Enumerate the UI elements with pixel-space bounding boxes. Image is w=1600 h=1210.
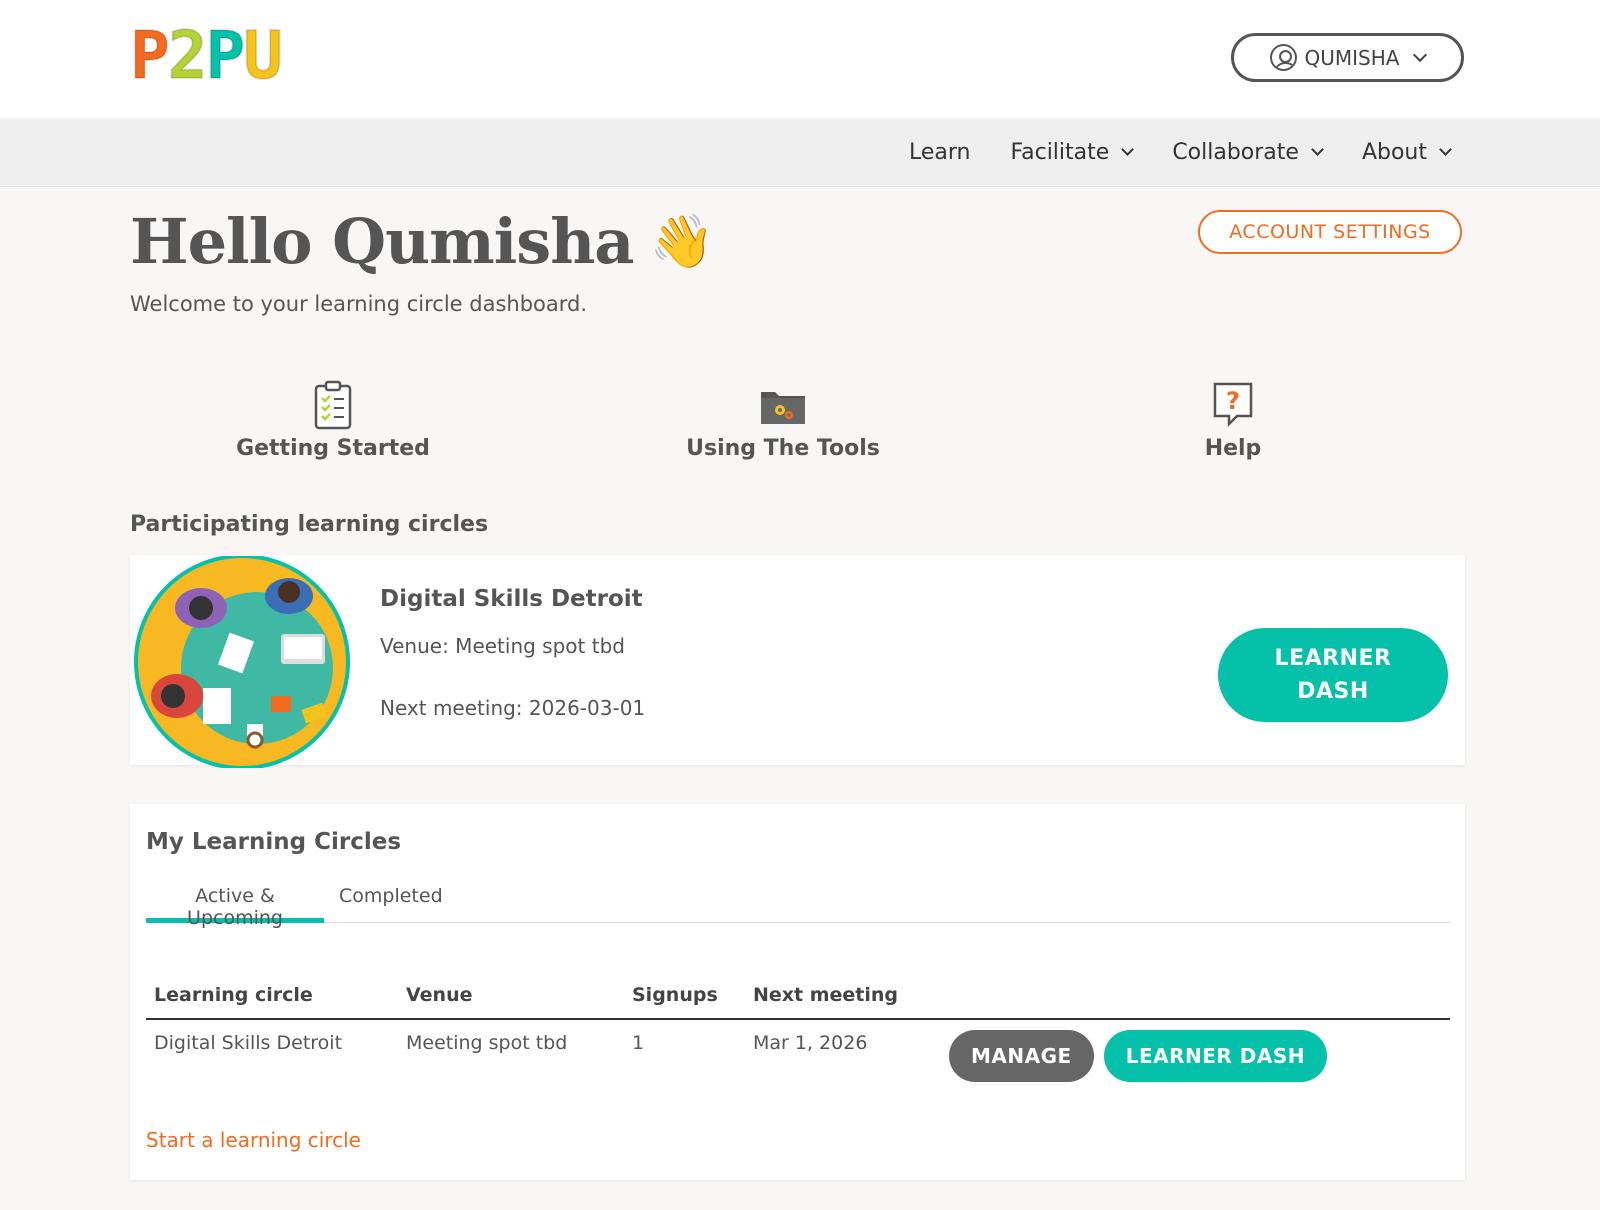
cell-name: Digital Skills Detroit — [154, 1032, 343, 1054]
tab-active-upcoming[interactable]: Active & Upcoming — [146, 885, 324, 929]
nav-label: Collaborate — [1172, 139, 1299, 165]
start-learning-circle-link[interactable]: Start a learning circle — [146, 1128, 361, 1152]
row-learner-dash-button[interactable]: LEARNER DASH — [1103, 1030, 1328, 1082]
cell-venue: Meeting spot tbd — [406, 1032, 568, 1054]
nav-label: Facilitate — [1010, 139, 1110, 165]
top-header: P2PU QUMISHA — [0, 0, 1600, 118]
quick-link-label: Using The Tools — [686, 436, 880, 461]
nav-label: About — [1361, 139, 1427, 165]
table-header-row: Learning circle Venue Signups Next meeti… — [146, 976, 1450, 1020]
cell-actions: MANAGE LEARNER DASH — [941, 1019, 1450, 1094]
learner-dash-label: LEARNER DASH — [1275, 642, 1392, 708]
table-row: Digital Skills Detroit Meeting spot tbd … — [146, 1019, 1450, 1094]
circle-tabs: Active & Upcoming Completed — [146, 877, 1450, 929]
chevron-down-icon — [1413, 47, 1428, 62]
tab-completed[interactable]: Completed — [339, 885, 443, 907]
my-learning-circles-panel: My Learning Circles Active & Upcoming Co… — [130, 804, 1465, 1180]
learner-dash-button[interactable]: LEARNER DASH — [1218, 628, 1448, 722]
nav-facilitate[interactable]: Facilitate — [1010, 139, 1135, 165]
user-name-label: QUMISHA — [1304, 45, 1400, 70]
question-bubble-icon: ? — [1213, 382, 1253, 428]
chevron-down-icon — [1121, 142, 1135, 156]
learning-circle-illustration — [134, 556, 350, 768]
quick-link-label: Help — [1204, 436, 1262, 461]
my-learning-circles-title: My Learning Circles — [146, 829, 402, 855]
label-line-1: LEARNER — [1274, 646, 1392, 671]
chevron-down-icon — [1439, 142, 1452, 156]
clipboard-checklist-icon — [314, 380, 352, 430]
waving-hand-icon: 👋 — [649, 211, 714, 272]
page-subtitle: Welcome to your learning circle dashboar… — [130, 292, 588, 316]
quick-link-getting-started[interactable]: Getting Started — [183, 380, 483, 461]
account-settings-button[interactable]: ACCOUNT SETTINGS — [1198, 210, 1462, 254]
nav-label: Learn — [908, 139, 971, 165]
circle-next-meeting: Next meeting: 2026-03-01 — [380, 696, 646, 720]
logo-letter-p: P — [129, 17, 171, 94]
column-header: Next meeting — [745, 976, 941, 1020]
quick-link-using-tools[interactable]: Using The Tools — [633, 380, 933, 461]
column-header-actions — [941, 976, 1450, 1020]
main-nav: Learn Facilitate Collaborate About — [0, 118, 1600, 187]
participating-circle-card: Digital Skills Detroit Venue: Meeting sp… — [130, 555, 1465, 768]
logo-letter-u: U — [242, 17, 284, 94]
cell-signups: 1 — [632, 1032, 645, 1054]
circle-title: Digital Skills Detroit — [380, 586, 643, 612]
user-menu-button[interactable]: QUMISHA — [1231, 33, 1464, 82]
user-avatar-icon — [1269, 44, 1297, 71]
participating-heading: Participating learning circles — [130, 512, 489, 537]
logo-letter-p2: P — [205, 17, 247, 94]
quick-links: Getting Started Using The Tools ? Help — [130, 380, 1465, 470]
greeting-text: Hello Qumisha — [130, 205, 634, 278]
dashboard-main: Hello Qumisha 👋 Welcome to your learning… — [130, 205, 1465, 1180]
circles-table: Learning circle Venue Signups Next meeti… — [146, 976, 1450, 1094]
column-header: Signups — [624, 976, 745, 1020]
nav-about[interactable]: About — [1361, 139, 1452, 165]
logo-letter-2: 2 — [167, 17, 209, 94]
folder-gears-icon — [761, 392, 805, 424]
manage-button[interactable]: MANAGE — [949, 1030, 1094, 1082]
nav-learn[interactable]: Learn — [909, 140, 971, 165]
column-header: Learning circle — [146, 976, 398, 1020]
quick-link-label: Getting Started — [236, 436, 430, 461]
p2pu-logo[interactable]: P2PU — [129, 21, 284, 91]
chevron-down-icon — [1311, 142, 1324, 156]
quick-link-help[interactable]: ? Help — [1083, 380, 1383, 461]
svg-text:?: ? — [1226, 387, 1240, 415]
circle-venue: Venue: Meeting spot tbd — [380, 634, 625, 658]
nav-collaborate[interactable]: Collaborate — [1172, 139, 1324, 165]
label-line-2: DASH — [1297, 679, 1369, 704]
cell-next-meeting: Mar 1, 2026 — [753, 1032, 868, 1054]
column-header: Venue — [398, 976, 624, 1020]
